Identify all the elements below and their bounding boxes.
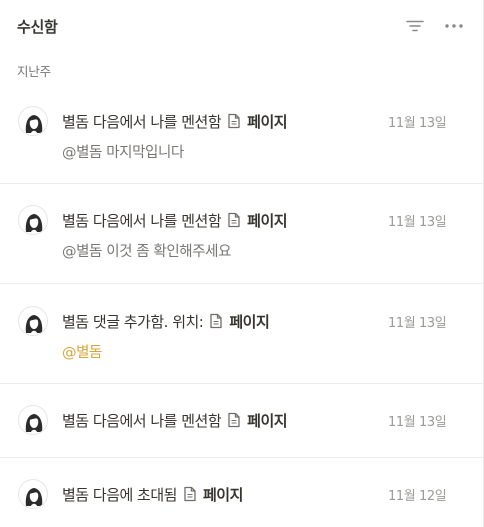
item-user: 별돔 [62,112,89,131]
divider [0,457,484,458]
item-date: 11월 13일 [388,115,447,131]
item-user: 별돔 [62,312,89,331]
inbox-item[interactable]: 별돔 다음에서 나를 멘션함 페이지 11월 13일 @별돔 마지막입니다 [0,106,484,184]
page-title: 수신함 [17,18,58,36]
filter-icon [406,20,424,32]
item-page-link[interactable]: 페이지 [229,311,269,332]
user-avatar-icon [25,115,43,133]
page-icon [227,113,241,129]
item-user: 별돔 [62,211,89,230]
filter-button[interactable] [401,12,429,40]
item-action: 다음에서 나를 멘션함 [92,211,222,230]
item-title: 별돔 댓글 추가함. 위치: 페이지 [62,306,270,336]
user-avatar-icon [25,488,43,506]
page-icon [183,486,197,502]
item-date: 11월 13일 [388,315,447,331]
page-icon [227,212,241,228]
page-icon [209,313,223,329]
user-avatar-icon [25,315,43,333]
avatar [18,306,48,336]
user-avatar-icon [25,414,43,432]
item-action: 다음에 초대됨 [92,485,178,504]
section-label-last-week: 지난주 [17,64,51,79]
inbox-header: 수신함 [0,0,484,52]
more-horizontal-icon [445,24,463,28]
user-avatar-icon [25,214,43,232]
divider [0,383,484,384]
item-date: 11월 12일 [388,488,447,504]
page-icon [227,412,241,428]
inbox-item[interactable]: 별돔 다음에서 나를 멘션함 페이지 11월 13일 [0,405,484,458]
item-page-link[interactable]: 페이지 [247,210,287,231]
item-title: 별돔 다음에서 나를 멘션함 페이지 [62,405,288,435]
item-action: 다음에서 나를 멘션함 [92,112,222,131]
avatar [18,405,48,435]
divider [0,183,484,184]
item-title: 별돔 다음에 초대됨 페이지 [62,479,243,509]
item-page-link[interactable]: 페이지 [247,111,287,132]
inbox-item[interactable]: 별돔 댓글 추가함. 위치: 페이지 11월 13일 @별돔 [0,306,484,384]
item-user: 별돔 [62,485,89,504]
item-page-link[interactable]: 페이지 [203,484,243,505]
avatar [18,205,48,235]
item-title: 별돔 다음에서 나를 멘션함 페이지 [62,205,288,235]
avatar [18,479,48,509]
divider [0,283,484,284]
more-options-button[interactable] [440,12,468,40]
inbox-item[interactable]: 별돔 다음에서 나를 멘션함 페이지 11월 13일 @별돔 이것 좀 확인해주… [0,205,484,284]
item-date: 11월 13일 [388,214,447,230]
item-title: 별돔 다음에서 나를 멘션함 페이지 [62,106,288,136]
item-page-link[interactable]: 페이지 [247,410,287,431]
item-action: 다음에서 나를 멘션함 [92,411,222,430]
item-preview: @별돔 이것 좀 확인해주세요 [62,243,232,260]
inbox-item[interactable]: 별돔 다음에 초대됨 페이지 11월 12일 [0,479,484,527]
item-action: 댓글 추가함. 위치: [92,312,204,331]
item-mention[interactable]: @별돔 [62,340,102,362]
avatar [18,106,48,136]
item-preview: @별돔 마지막입니다 [62,144,184,161]
item-user: 별돔 [62,411,89,430]
inbox-panel: 수신함 지난주 별돔 다음에서 나를 멘션함 페이지 11월 13일 @별돔 마… [0,0,484,527]
item-date: 11월 13일 [388,414,447,430]
